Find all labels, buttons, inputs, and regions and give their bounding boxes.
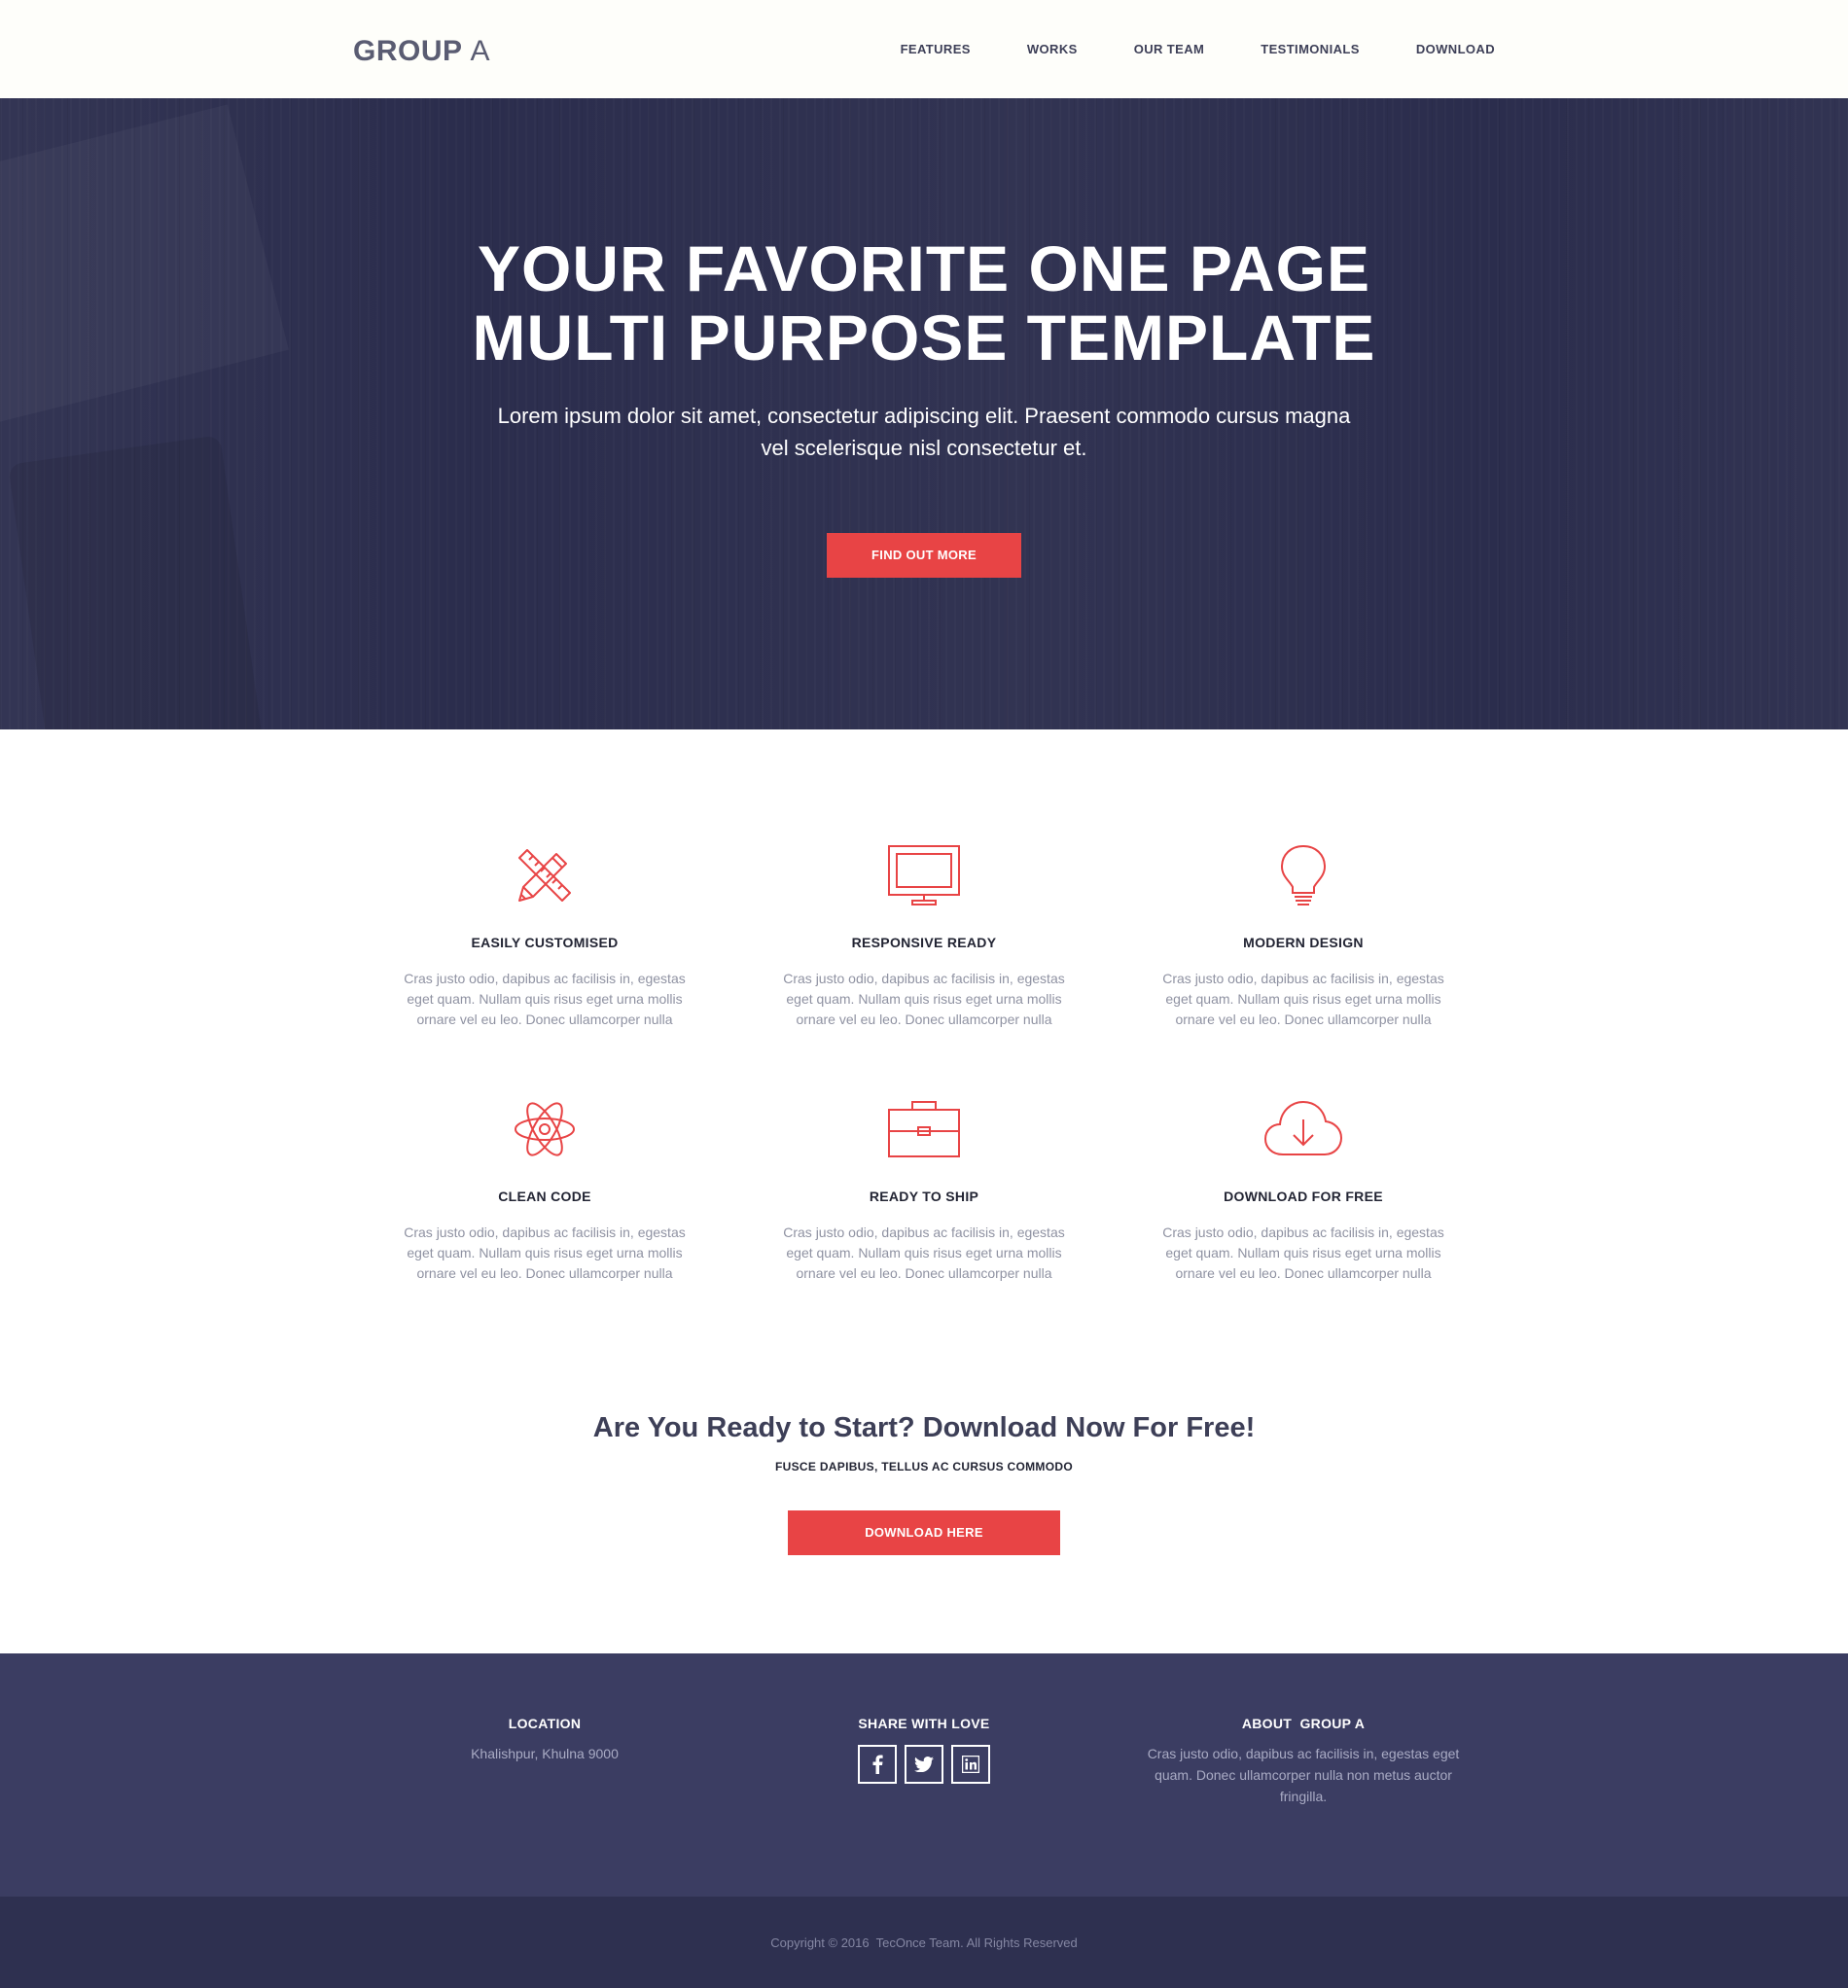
top-navbar: GROUP A FEATURES WORKS OUR TEAM TESTIMONI… [0, 0, 1848, 98]
feature-title: READY TO SHIP [869, 1189, 979, 1204]
download-here-button[interactable]: DOWNLOAD HERE [788, 1510, 1060, 1555]
footer-location-title: LOCATION [508, 1716, 582, 1731]
copyright-text: Copyright © 2016 TecOnce Team. All Right… [770, 1935, 1078, 1950]
logo-bold-text: GROUP [353, 35, 463, 67]
footer-share-title: SHARE WITH LOVE [858, 1716, 990, 1731]
twitter-icon[interactable] [905, 1745, 943, 1784]
find-out-more-button[interactable]: FIND OUT MORE [827, 533, 1021, 578]
social-icons [759, 1745, 1089, 1784]
feature-text-line: eget quam. Nullam quis risus eget urna m… [786, 1245, 1062, 1260]
footer-about-line: Cras justo odio, dapibus ac facilisis in… [1147, 1746, 1460, 1761]
monitor-icon [888, 845, 960, 905]
logo-thin-text: A [470, 35, 491, 67]
feature-text: Cras justo odio, dapibus ac facilisis in… [778, 969, 1070, 1030]
hero-subtitle-line-2: vel scelerisque nisl consectetur et. [761, 436, 1087, 460]
nav-link-our-team[interactable]: OUR TEAM [1134, 42, 1205, 56]
feature-text-line: ornare vel eu leo. Donec ullamcorper nul… [416, 1265, 673, 1281]
feature-text-line: ornare vel eu leo. Donec ullamcorper nul… [796, 1265, 1052, 1281]
feature-modern-design: MODERN DESIGN Cras justo odio, dapibus a… [1157, 844, 1449, 1039]
feature-ready-to-ship: READY TO SHIP Cras justo odio, dapibus a… [778, 1098, 1070, 1293]
hero-section: YOUR FAVORITE ONE PAGE MULTI PURPOSE TEM… [0, 98, 1848, 729]
footer-about-line: quam. Donec ullamcorper nulla non metus … [1155, 1767, 1452, 1783]
footer-share-column: SHARE WITH LOVE [759, 1716, 1089, 1784]
hero-title-line-2: MULTI PURPOSE TEMPLATE [472, 302, 1376, 373]
feature-text-line: eget quam. Nullam quis risus eget urna m… [407, 991, 683, 1007]
linkedin-glyph [962, 1756, 979, 1773]
feature-text-line: Cras justo odio, dapibus ac facilisis in… [1162, 1225, 1444, 1240]
cloud-download-icon [1263, 1100, 1343, 1155]
nav-link-download[interactable]: DOWNLOAD [1416, 42, 1495, 56]
footer-location-text: Khalishpur, Khulna 9000 [471, 1746, 619, 1761]
feature-title: EASILY CUSTOMISED [471, 935, 619, 950]
feature-clean-code: CLEAN CODE Cras justo odio, dapibus ac f… [399, 1098, 691, 1293]
logo[interactable]: GROUP A [353, 35, 490, 68]
nav-menu: FEATURES WORKS OUR TEAM TESTIMONIALS DOW… [901, 42, 1495, 56]
feature-title: RESPONSIVE READY [851, 935, 997, 950]
feature-text-line: eget quam. Nullam quis risus eget urna m… [1165, 1245, 1441, 1260]
cta-subtitle: FUSCE DAPIBUS, TELLUS AC CURSUS COMMODO [775, 1460, 1073, 1473]
feature-text-line: ornare vel eu leo. Donec ullamcorper nul… [1175, 1012, 1432, 1027]
hero-background-phone [8, 435, 265, 729]
feature-text-line: eget quam. Nullam quis risus eget urna m… [407, 1245, 683, 1260]
facebook-glyph [872, 1755, 883, 1774]
atom-icon [515, 1102, 575, 1156]
feature-download-for-free: DOWNLOAD FOR FREE Cras justo odio, dapib… [1157, 1098, 1449, 1293]
feature-text: Cras justo odio, dapibus ac facilisis in… [778, 1223, 1070, 1284]
feature-text-line: ornare vel eu leo. Donec ullamcorper nul… [796, 1012, 1052, 1027]
footer-about-column: ABOUT GROUP A Cras justo odio, dapibus a… [1138, 1716, 1469, 1807]
hero-title: YOUR FAVORITE ONE PAGE MULTI PURPOSE TEM… [0, 234, 1848, 373]
feature-text: Cras justo odio, dapibus ac facilisis in… [1157, 1223, 1449, 1284]
nav-link-works[interactable]: WORKS [1027, 42, 1078, 56]
feature-title: CLEAN CODE [498, 1189, 591, 1204]
feature-text: Cras justo odio, dapibus ac facilisis in… [1157, 969, 1449, 1030]
feature-responsive-ready: RESPONSIVE READY Cras justo odio, dapibu… [778, 844, 1070, 1039]
twitter-glyph [914, 1757, 934, 1772]
feature-text-line: eget quam. Nullam quis risus eget urna m… [1165, 991, 1441, 1007]
linkedin-icon[interactable] [951, 1745, 990, 1784]
feature-text-line: eget quam. Nullam quis risus eget urna m… [786, 991, 1062, 1007]
feature-text: Cras justo odio, dapibus ac facilisis in… [399, 969, 691, 1030]
briefcase-icon [888, 1101, 960, 1157]
cta-title: Are You Ready to Start? Download Now For… [592, 1412, 1256, 1443]
feature-text: Cras justo odio, dapibus ac facilisis in… [399, 1223, 691, 1284]
feature-title: MODERN DESIGN [1243, 935, 1364, 950]
feature-text-line: Cras justo odio, dapibus ac facilisis in… [783, 971, 1065, 986]
nav-link-features[interactable]: FEATURES [901, 42, 971, 56]
feature-text-line: Cras justo odio, dapibus ac facilisis in… [404, 1225, 686, 1240]
feature-text-line: Cras justo odio, dapibus ac facilisis in… [783, 1225, 1065, 1240]
copyright-bar: Copyright © 2016 TecOnce Team. All Right… [0, 1897, 1848, 1988]
footer-about-line: fringilla. [1279, 1789, 1328, 1804]
nav-link-testimonials[interactable]: TESTIMONIALS [1261, 42, 1360, 56]
facebook-icon[interactable] [858, 1745, 897, 1784]
hero-title-line-1: YOUR FAVORITE ONE PAGE [478, 232, 1370, 304]
footer-about-text: Cras justo odio, dapibus ac facilisis in… [1138, 1743, 1469, 1807]
footer-location-column: LOCATION Khalishpur, Khulna 9000 [379, 1716, 710, 1764]
feature-text-line: Cras justo odio, dapibus ac facilisis in… [1162, 971, 1444, 986]
hero-subtitle-line-1: Lorem ipsum dolor sit amet, consectetur … [497, 404, 1351, 428]
footer-about-title: ABOUT GROUP A [1241, 1716, 1366, 1731]
pencil-ruler-icon [518, 849, 571, 902]
feature-title: DOWNLOAD FOR FREE [1224, 1189, 1383, 1204]
feature-text-line: ornare vel eu leo. Donec ullamcorper nul… [1175, 1265, 1432, 1281]
feature-easily-customised: EASILY CUSTOMISED Cras justo odio, dapib… [399, 844, 691, 1039]
hero-subtitle: Lorem ipsum dolor sit amet, consectetur … [0, 400, 1848, 464]
feature-text-line: ornare vel eu leo. Donec ullamcorper nul… [416, 1012, 673, 1027]
feature-text-line: Cras justo odio, dapibus ac facilisis in… [404, 971, 686, 986]
footer: LOCATION Khalishpur, Khulna 9000 SHARE W… [0, 1653, 1848, 1897]
lightbulb-icon [1280, 844, 1327, 905]
